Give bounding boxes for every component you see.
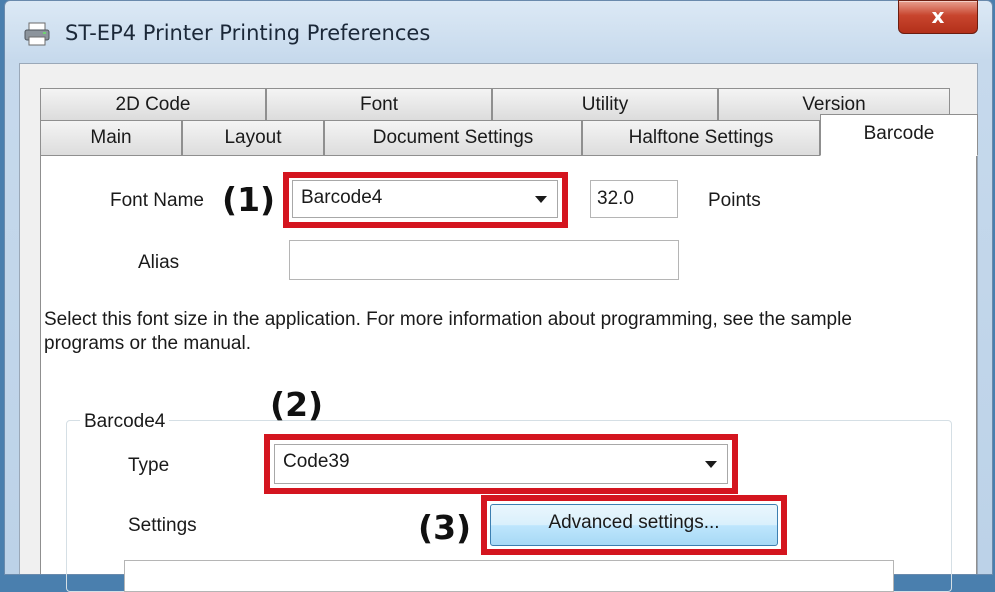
tab-layout[interactable]: Layout	[182, 120, 324, 156]
size-unit-label: Points	[708, 190, 761, 211]
font-name-label: Font Name	[110, 190, 204, 211]
settings-label: Settings	[128, 515, 197, 536]
annotation-2: (2)	[270, 385, 324, 424]
annotation-1: (1)	[222, 180, 276, 219]
highlight-box-1	[283, 172, 568, 228]
size-field[interactable]: 32.0	[590, 180, 678, 218]
groupbox-title: Barcode4	[80, 411, 170, 433]
tab-document-settings[interactable]: Document Settings	[324, 120, 582, 156]
window-title: ST-EP4 Printer Printing Preferences	[65, 21, 431, 45]
alias-field[interactable]	[289, 240, 679, 280]
tab-main[interactable]: Main	[40, 120, 182, 156]
tab-barcode[interactable]: Barcode	[820, 114, 978, 156]
type-label: Type	[128, 455, 170, 476]
description-text: Select this font size in the application…	[44, 309, 852, 354]
highlight-box-3	[481, 495, 787, 555]
printer-icon	[24, 22, 50, 46]
title-bar: ST-EP4 Printer Printing Preferences x	[5, 0, 992, 63]
tab-utility[interactable]: Utility	[492, 88, 718, 120]
close-icon: x	[931, 4, 945, 28]
annotation-3: (3)	[418, 508, 472, 547]
close-button[interactable]: x	[898, 0, 978, 34]
settings-list[interactable]	[124, 560, 894, 592]
alias-label: Alias	[138, 252, 180, 273]
tab-font[interactable]: Font	[266, 88, 492, 120]
tab-halftone-settings[interactable]: Halftone Settings	[582, 120, 820, 156]
tab-2d-code[interactable]: 2D Code	[40, 88, 266, 120]
highlight-box-2	[264, 434, 738, 494]
